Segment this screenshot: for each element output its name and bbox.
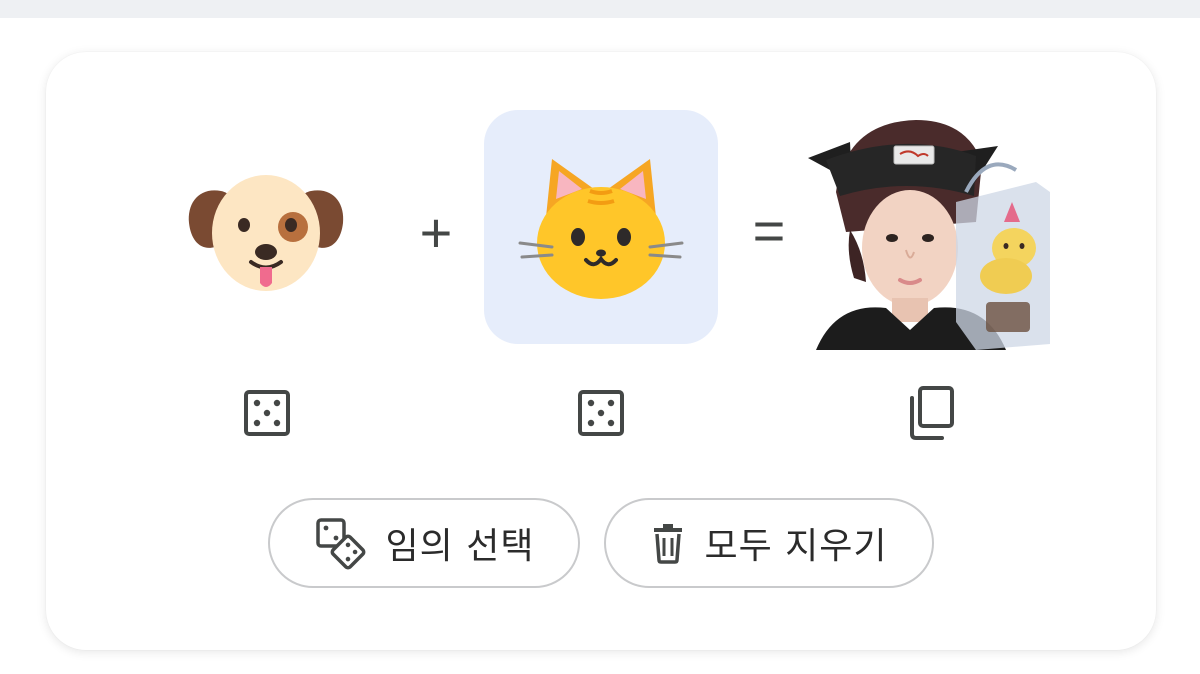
top-bar xyxy=(0,0,1200,18)
result-photo[interactable] xyxy=(806,112,1050,350)
dog-face-icon xyxy=(188,175,344,291)
clear-all-button[interactable]: 모두 지우기 xyxy=(604,498,934,588)
result-image-icon xyxy=(806,112,1050,350)
random-select-label: 임의 선택 xyxy=(385,526,535,567)
dice-icon xyxy=(244,390,290,436)
trash-icon xyxy=(654,524,683,564)
randomize-left-button[interactable] xyxy=(236,382,298,444)
plus-operator: + xyxy=(419,200,453,264)
cat-face-icon xyxy=(518,159,684,299)
clear-all-label: 모두 지우기 xyxy=(704,526,888,567)
dice-icon xyxy=(578,390,624,436)
two-dice-icon xyxy=(315,518,366,570)
equals-operator: = xyxy=(752,198,786,262)
copy-result-button[interactable] xyxy=(898,380,964,446)
randomize-right-button[interactable] xyxy=(570,382,632,444)
emoji-kitchen-card: + = 임의 선택 모두 지우기 xyxy=(46,52,1156,650)
copy-icon xyxy=(910,386,954,440)
right-emoji-slot[interactable] xyxy=(484,110,718,344)
random-select-button[interactable]: 임의 선택 xyxy=(268,498,580,588)
left-emoji-slot[interactable] xyxy=(176,152,356,302)
